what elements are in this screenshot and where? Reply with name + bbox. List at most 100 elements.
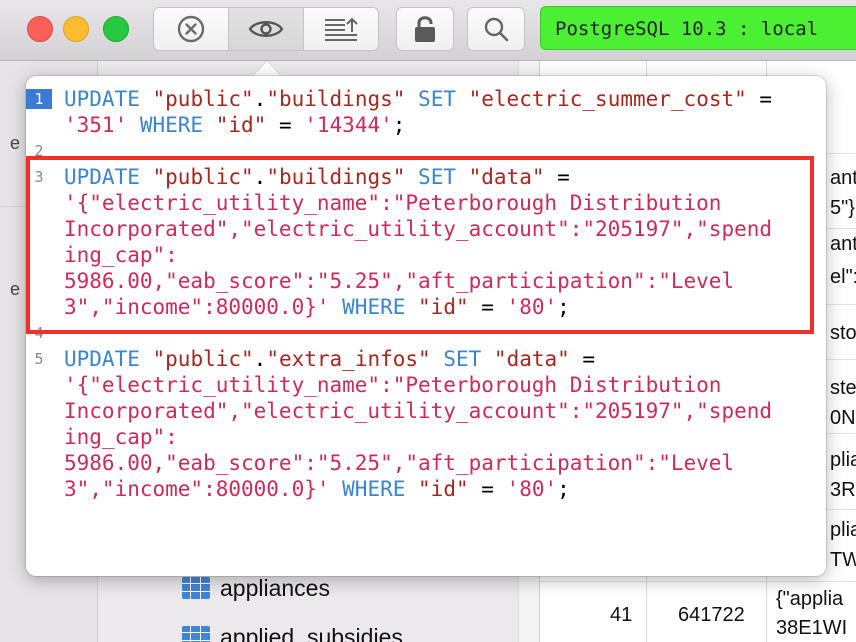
grid-cell[interactable]: 0N — [830, 407, 856, 430]
sql-token: ; — [392, 113, 406, 137]
grid-cell[interactable]: el": — [830, 266, 856, 289]
cancel-query-button[interactable] — [154, 8, 229, 50]
sql-token: 5986.00,"eab_score":"5.25","aft_particip… — [64, 269, 735, 293]
line-number: 1 — [26, 89, 52, 109]
sql-line: '351' WHERE "id" = '14344'; — [64, 112, 814, 138]
sql-token: . — [253, 87, 267, 111]
grid-cell[interactable]: 3R1 — [830, 479, 856, 502]
sql-token: = — [746, 87, 773, 111]
sql-statement[interactable]: UPDATE "public"."extra_infos" SET "data"… — [64, 346, 814, 502]
line-number: 4 — [34, 324, 44, 342]
sql-token: "buildings" — [266, 165, 406, 189]
sql-token: WHERE — [329, 477, 419, 501]
view-segmented-control — [153, 7, 379, 51]
sql-statement[interactable]: UPDATE "public"."buildings" SET "data" =… — [64, 164, 814, 320]
window-toolbar: PostgreSQL 10.3 : local — [0, 0, 856, 61]
sql-token: = — [266, 113, 305, 137]
sql-line: '{"electric_utility_name":"Peterborough … — [64, 190, 814, 216]
sql-token: UPDATE — [64, 87, 153, 111]
sql-token: ing_cap": — [64, 243, 178, 267]
sidebar-item-label[interactable]: e — [10, 279, 20, 300]
sql-line: ing_cap": — [64, 424, 814, 450]
list-item[interactable]: applied_subsidies — [182, 622, 403, 642]
sql-line: 5986.00,"eab_score":"5.25","aft_particip… — [64, 450, 814, 476]
sql-token: ing_cap": — [64, 425, 178, 449]
minimize-window-button[interactable] — [63, 16, 89, 42]
sql-token: '{"electric_utility_name":"Peterborough … — [64, 373, 722, 397]
sql-token: 3","income":80000.0}' — [64, 295, 330, 319]
popover-arrow — [253, 61, 281, 76]
row-number-cell[interactable]: 41 — [610, 604, 632, 627]
grid-cell[interactable]: ant — [830, 233, 856, 256]
connection-status[interactable]: PostgreSQL 10.3 : local — [540, 6, 856, 50]
sql-token: "electric_summer_cost" — [468, 87, 747, 111]
sql-preview-popover: 1 2 3 4 5 UPDATE "public"."buildings" SE… — [26, 76, 826, 576]
sql-token: = — [468, 477, 507, 501]
sql-token: SET — [405, 165, 469, 189]
grid-cell[interactable]: plia — [830, 449, 856, 472]
search-button[interactable] — [467, 7, 525, 51]
sql-line: '{"electric_utility_name":"Peterborough … — [64, 372, 814, 398]
app-window: PostgreSQL 10.3 : local e e appliances a… — [0, 0, 856, 642]
sql-token: ; — [557, 295, 570, 319]
table-icon — [182, 626, 210, 642]
table-icon — [182, 577, 210, 599]
sql-line: 3","income":80000.0}' WHERE "id" = '80'; — [64, 476, 814, 502]
sql-token: WHERE — [329, 295, 419, 319]
sql-line: 3","income":80000.0}' WHERE "id" = '80'; — [64, 294, 814, 320]
sql-token: "data" — [468, 165, 545, 189]
sql-token: '80' — [506, 295, 558, 319]
sql-token: SET — [405, 87, 469, 111]
preview-changes-button[interactable] — [229, 8, 304, 50]
sql-token: "id" — [215, 113, 267, 137]
sql-token: = — [544, 165, 570, 189]
sql-token: "buildings" — [266, 87, 406, 111]
grid-cell[interactable]: TW — [830, 549, 856, 572]
sql-token: ; — [557, 477, 570, 501]
sql-token: '14344' — [304, 113, 393, 137]
search-icon — [484, 17, 509, 42]
sql-token: '80' — [506, 477, 558, 501]
line-number: 2 — [34, 142, 44, 160]
divider — [540, 581, 856, 582]
close-circle-icon — [177, 15, 205, 43]
sql-token: "data" — [493, 347, 570, 371]
id-cell[interactable]: 641722 — [678, 604, 745, 627]
sql-token: Incorporated","electric_utility_account"… — [64, 217, 773, 241]
sql-token: "public" — [152, 165, 254, 189]
sql-token: WHERE — [127, 113, 216, 137]
sql-token: = — [569, 347, 596, 371]
grid-cell[interactable]: ant — [830, 167, 856, 190]
sql-token: . — [253, 165, 267, 189]
sql-token: "public" — [152, 347, 254, 371]
sql-token: = — [468, 295, 507, 319]
sql-token: UPDATE — [64, 165, 153, 189]
sql-line: ing_cap": — [64, 242, 814, 268]
sql-token: "id" — [418, 295, 469, 319]
lock-button[interactable] — [396, 7, 454, 51]
sql-token: '351' — [64, 113, 128, 137]
data-cell[interactable]: 38E1WI — [776, 617, 847, 640]
sql-line: UPDATE "public"."buildings" SET "data" = — [64, 164, 814, 190]
close-window-button[interactable] — [27, 16, 53, 42]
sql-token: "public" — [152, 87, 254, 111]
zoom-window-button[interactable] — [103, 16, 129, 42]
sidebar-item-label[interactable]: e — [10, 133, 20, 154]
sql-token: '{"electric_utility_name":"Peterborough … — [64, 191, 722, 215]
list-item[interactable]: appliances — [182, 573, 330, 603]
grid-cell[interactable]: ster — [830, 377, 856, 400]
sql-line: UPDATE "public"."extra_infos" SET "data"… — [64, 346, 814, 372]
sql-token: Incorporated","electric_utility_account"… — [64, 399, 773, 423]
grid-cell[interactable]: 5"} — [830, 197, 855, 220]
sql-token: SET — [430, 347, 494, 371]
data-cell[interactable]: {"applia — [776, 588, 843, 611]
grid-cell[interactable]: sto — [830, 322, 856, 345]
sql-token: . — [253, 347, 267, 371]
grid-cell[interactable]: plia — [830, 519, 856, 542]
sql-line: UPDATE "public"."buildings" SET "electri… — [64, 86, 814, 112]
sql-token: "id" — [418, 477, 469, 501]
query-log-button[interactable] — [304, 8, 378, 50]
sql-statement[interactable]: UPDATE "public"."buildings" SET "electri… — [64, 86, 814, 138]
sql-line: 5986.00,"eab_score":"5.25","aft_particip… — [64, 268, 814, 294]
sql-token: "extra_infos" — [266, 347, 431, 371]
